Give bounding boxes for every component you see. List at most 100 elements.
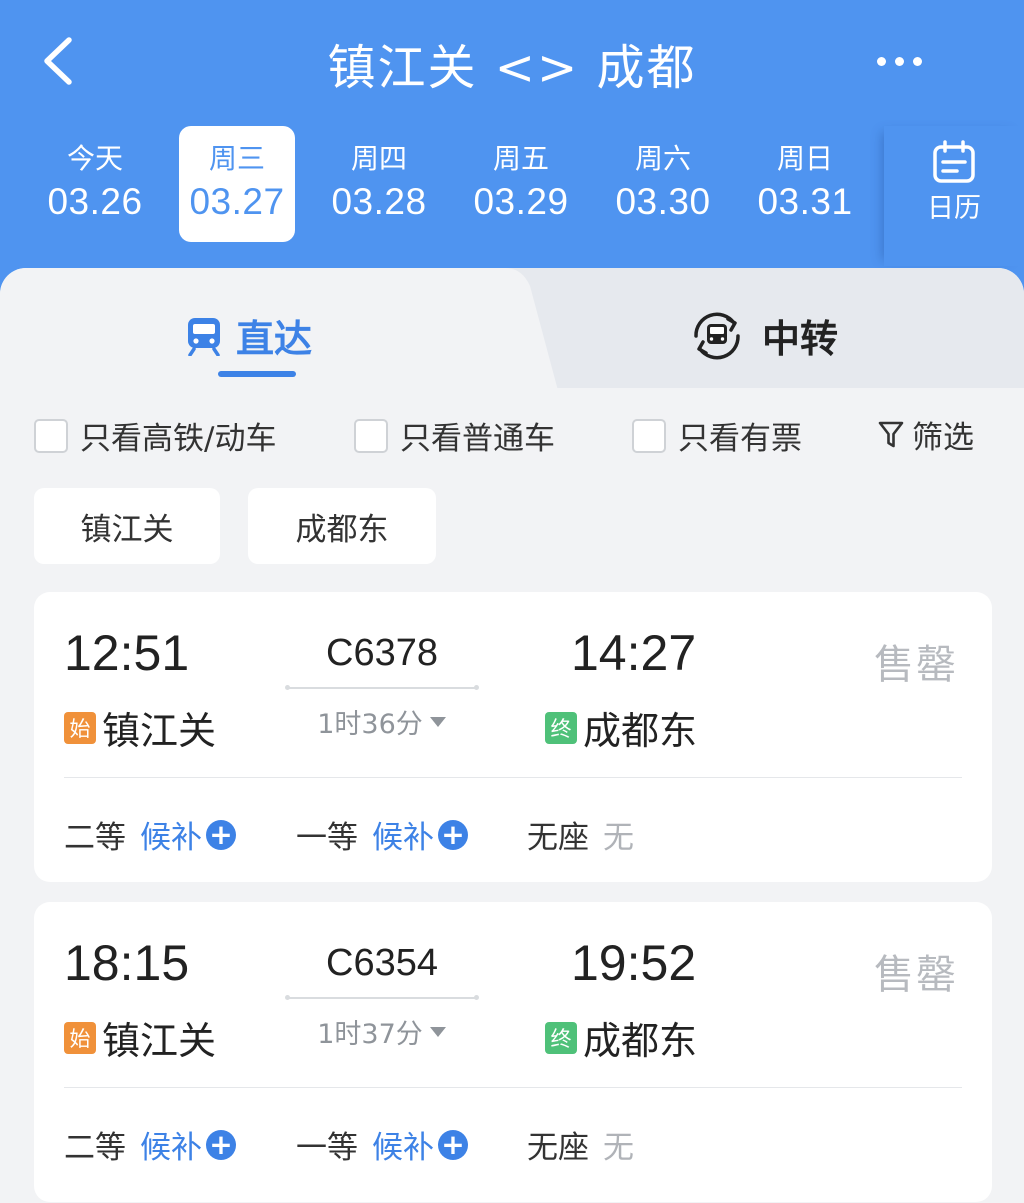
station-chip-arrival[interactable]: 成都东	[248, 488, 436, 564]
seat-availability: 无	[603, 820, 634, 856]
seat-standing: 无座 无	[527, 812, 634, 857]
calendar-icon	[933, 140, 975, 183]
filter-button[interactable]: 筛选	[878, 412, 974, 457]
active-tab-indicator	[218, 371, 296, 377]
station-chip-label: 成都东	[295, 511, 389, 548]
duration-text: 1时36分	[317, 709, 423, 740]
duration-text: 1时37分	[317, 1019, 423, 1050]
seat-class-label: 无座	[527, 820, 589, 856]
date-item[interactable]: 周五 03.29	[450, 126, 592, 242]
route-line	[285, 995, 479, 1000]
arrival-station-name: 成都东	[583, 1019, 698, 1063]
date-weekday: 今天	[66, 142, 123, 175]
date-value: 03.26	[47, 181, 143, 222]
route-line	[285, 685, 479, 690]
content-panel: 直达 中转 只看高铁/动车 只看普通车 只看有票 筛选 镇江关 成都东 12:5…	[0, 268, 1024, 1203]
transfer-train-icon	[694, 312, 740, 359]
calendar-label: 日历	[927, 193, 981, 224]
waitlist-label: 候补	[372, 820, 434, 856]
train-card[interactable]: 18:15 C6354 1时37分 19:52 售罄 始 镇江关 终 成都东 二…	[34, 902, 992, 1202]
waitlist-button[interactable]: 候补 +	[140, 812, 236, 857]
seat-second-class: 二等 候补 +	[64, 1122, 236, 1167]
train-number: C6354	[326, 942, 438, 984]
divider	[64, 777, 962, 778]
arrival-station: 终 成都东	[545, 700, 697, 755]
date-value: 03.27	[189, 181, 285, 222]
arrival-station-name: 成都东	[583, 709, 698, 753]
date-weekday: 周日	[776, 142, 833, 175]
filter-label: 只看有票	[678, 421, 802, 457]
filter-regular-train[interactable]: 只看普通车	[354, 413, 555, 458]
filter-high-speed[interactable]: 只看高铁/动车	[34, 413, 276, 458]
seat-first-class: 一等 候补 +	[296, 812, 468, 857]
waitlist-label: 候补	[140, 820, 202, 856]
duration[interactable]: 1时36分	[287, 702, 477, 741]
departure-station: 始 镇江关	[64, 700, 216, 755]
waitlist-label: 候补	[372, 1130, 434, 1166]
date-weekday: 周三	[208, 142, 265, 175]
filter-available-only[interactable]: 只看有票	[632, 413, 802, 458]
origin-badge: 始	[64, 711, 96, 744]
date-item-today[interactable]: 今天 03.26	[24, 126, 166, 242]
filter-label: 只看普通车	[400, 421, 555, 457]
terminal-badge: 终	[545, 711, 577, 744]
arrival-station: 终 成都东	[545, 1010, 697, 1065]
tab-transfer-label: 中转	[762, 317, 839, 361]
filter-button-label: 筛选	[912, 420, 974, 456]
station-chip-departure[interactable]: 镇江关	[34, 488, 220, 564]
checkbox[interactable]	[354, 418, 388, 453]
date-selector: 今天 03.26 周三 03.27 周四 03.28 周五 03.29 周六 0…	[24, 126, 884, 242]
calendar-button[interactable]: 日历	[884, 126, 1024, 266]
plus-icon: +	[206, 819, 236, 850]
seat-standing: 无座 无	[527, 1122, 634, 1167]
filter-label: 只看高铁/动车	[80, 421, 277, 457]
date-weekday: 周四	[350, 142, 407, 175]
seat-availability: 无	[603, 1130, 634, 1166]
caret-down-icon	[429, 716, 446, 727]
date-weekday: 周五	[492, 142, 549, 175]
plus-icon: +	[438, 819, 468, 850]
status-badge: 售罄	[874, 952, 958, 998]
departure-time: 18:15	[64, 935, 190, 991]
waitlist-button[interactable]: 候补 +	[140, 1122, 236, 1167]
station-chip-label: 镇江关	[80, 511, 174, 548]
date-item[interactable]: 周四 03.28	[308, 126, 450, 242]
seat-class-label: 无座	[527, 1130, 589, 1166]
train-card[interactable]: 12:51 C6378 1时36分 14:27 售罄 始 镇江关 终 成都东 二…	[34, 592, 992, 882]
checkbox[interactable]	[34, 418, 68, 453]
seat-class-label: 二等	[64, 820, 126, 856]
arrival-time: 14:27	[571, 625, 697, 681]
date-item-selected[interactable]: 周三 03.27	[179, 126, 295, 242]
tab-transfer[interactable]: 中转	[690, 308, 838, 363]
date-value: 03.30	[615, 181, 711, 222]
date-item[interactable]: 周日 03.31	[734, 126, 876, 242]
departure-time: 12:51	[64, 625, 190, 681]
status-badge: 售罄	[874, 642, 958, 688]
filter-bar: 只看高铁/动车 只看普通车 只看有票 筛选	[0, 408, 1024, 458]
tab-direct-label: 直达	[236, 317, 313, 361]
departure-station-name: 镇江关	[102, 709, 217, 753]
seat-class-label: 一等	[296, 1130, 358, 1166]
waitlist-button[interactable]: 候补 +	[372, 1122, 468, 1167]
date-value: 03.28	[331, 181, 427, 222]
date-weekday: 周六	[634, 142, 691, 175]
waitlist-label: 候补	[140, 1130, 202, 1166]
plus-icon: +	[438, 1129, 468, 1160]
departure-station-name: 镇江关	[102, 1019, 217, 1063]
back-button[interactable]	[30, 30, 86, 92]
filter-funnel-icon	[878, 421, 904, 447]
date-item[interactable]: 周六 03.30	[592, 126, 734, 242]
waitlist-button[interactable]: 候补 +	[372, 812, 468, 857]
train-icon	[186, 316, 222, 356]
checkbox[interactable]	[632, 418, 666, 453]
chevron-left-icon	[44, 37, 72, 85]
seat-class-label: 一等	[296, 820, 358, 856]
duration[interactable]: 1时37分	[287, 1012, 477, 1051]
tab-direct[interactable]: 直达	[0, 268, 560, 398]
departure-station: 始 镇江关	[64, 1010, 216, 1065]
caret-down-icon	[429, 1026, 446, 1037]
more-button[interactable]	[864, 38, 934, 84]
origin-badge: 始	[64, 1021, 96, 1054]
date-value: 03.31	[757, 181, 853, 222]
plus-icon: +	[206, 1129, 236, 1160]
